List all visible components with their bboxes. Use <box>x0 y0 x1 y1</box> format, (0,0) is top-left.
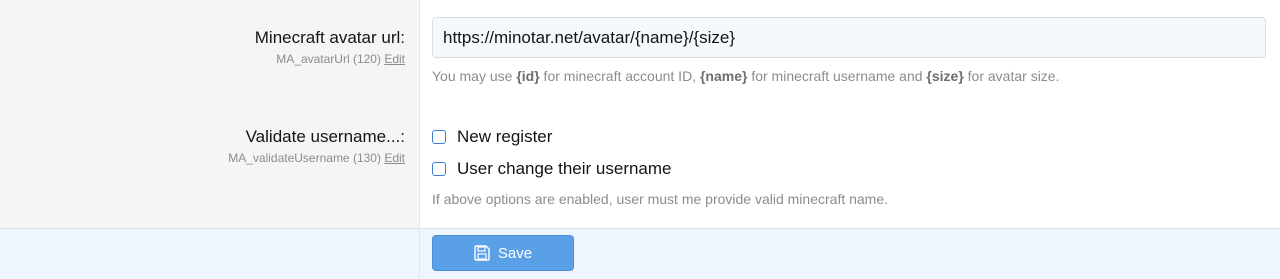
avatar-url-row: Minecraft avatar url: MA_avatarUrl (120)… <box>0 0 1280 110</box>
avatar-url-edit-link[interactable]: Edit <box>384 52 405 66</box>
hint-token-id: {id} <box>516 68 540 84</box>
hint-text: for minecraft account ID, <box>539 68 700 84</box>
save-button-label: Save <box>497 244 533 262</box>
validate-username-label-cell: Validate username...: MA_validateUsernam… <box>0 110 420 228</box>
footer-spacer <box>0 229 420 279</box>
validate-username-row: Validate username...: MA_validateUsernam… <box>0 110 1280 228</box>
validate-username-label: Validate username...: <box>245 127 405 146</box>
new-register-checkbox[interactable]: New register <box>432 126 552 148</box>
username-change-label: User change their username <box>457 159 672 178</box>
username-change-checkbox[interactable]: User change their username <box>432 158 672 180</box>
save-icon <box>474 245 490 261</box>
form-footer: Save <box>0 228 1280 279</box>
hint-text: for minecraft username and <box>747 68 927 84</box>
avatar-url-option-id: MA_avatarUrl (120) Edit <box>276 52 405 66</box>
hint-text: You may use <box>432 68 517 84</box>
checkbox-box[interactable] <box>432 162 446 176</box>
avatar-url-label-cell: Minecraft avatar url: MA_avatarUrl (120)… <box>0 0 420 110</box>
hint-token-size: {size} <box>926 68 964 84</box>
validate-username-hint: If above options are enabled, user must … <box>432 191 889 207</box>
avatar-url-input[interactable] <box>432 17 1266 58</box>
new-register-label: New register <box>457 127 553 146</box>
hint-text: for avatar size. <box>963 68 1060 84</box>
checkbox-box[interactable] <box>432 130 446 144</box>
avatar-url-label: Minecraft avatar url: <box>254 28 405 47</box>
hint-token-name: {name} <box>699 68 748 84</box>
validate-username-option-id: MA_validateUsername (130) Edit <box>228 151 405 165</box>
validate-username-edit-link[interactable]: Edit <box>384 151 405 165</box>
avatar-url-hint: You may use {id} for minecraft account I… <box>432 68 1059 84</box>
save-button[interactable]: Save <box>432 235 574 271</box>
avatar-url-option-name: MA_avatarUrl (120) <box>276 52 381 66</box>
validate-username-option-name: MA_validateUsername (130) <box>228 151 381 165</box>
